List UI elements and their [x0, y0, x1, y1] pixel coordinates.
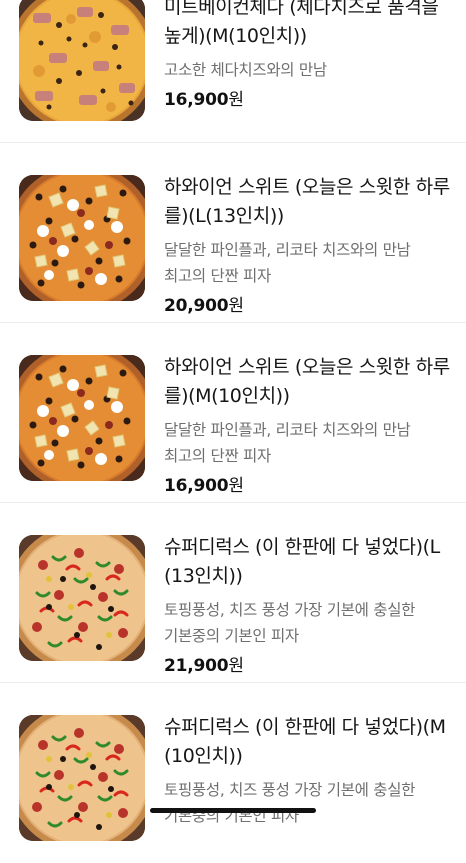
menu-item-price: 16,900원 [164, 474, 452, 498]
hawaiian-sweet-pizza-image [19, 175, 145, 301]
price-value: 21,900 [164, 656, 229, 676]
price-currency: 원 [228, 296, 244, 316]
super-deluxe-pizza-image [19, 715, 145, 841]
home-indicator[interactable] [150, 808, 316, 813]
menu-item-description: 달달한 파인플과, 리코타 치즈와의 만남 최고의 단짠 피자 [164, 421, 411, 465]
price-currency: 원 [228, 476, 244, 496]
pizza-image[interactable] [19, 355, 145, 481]
pizza-image[interactable] [19, 0, 145, 121]
menu-item-description: 토핑풍성, 치즈 풍성 가장 기본에 충실한 기본중의 기본인 피자 [164, 781, 416, 825]
menu-item-info: 하와이언 스위트 (오늘은 스윗한 하루를)(M(10인치)) 달달한 파인플과… [164, 353, 452, 498]
menu-item-info: 슈퍼디럭스 (이 한판에 다 넣었다)(L(13인치)) 토핑풍성, 치즈 풍성… [164, 533, 452, 678]
menu-item-description: 토핑풍성, 치즈 풍성 가장 기본에 충실한 기본중의 기본인 피자 [164, 601, 416, 645]
menu-item-price: 16,900원 [164, 88, 452, 112]
menu-item-hawaiian-sweet-m[interactable]: 하와이언 스위트 (오늘은 스윗한 하루를)(M(10인치)) 달달한 파인플과… [0, 323, 466, 503]
menu-item-description: 달달한 파인플과, 리코타 치즈와의 만남 최고의 단짠 피자 [164, 241, 411, 285]
menu-item-super-deluxe-m[interactable]: 슈퍼디럭스 (이 한판에 다 넣었다)(M(10인치)) 토핑풍성, 치즈 풍성… [0, 683, 466, 863]
menu-item-meat-bacon-cheddar-m[interactable]: 미트베이컨체다 (체다치즈로 품격을 높게)(M(10인치)) 고소한 체다치즈… [0, 0, 466, 143]
price-value: 16,900 [164, 476, 229, 496]
menu-item-name: 하와이언 스위트 (오늘은 스윗한 하루를)(M(10인치)) [164, 356, 450, 407]
menu-list: 미트베이컨체다 (체다치즈로 품격을 높게)(M(10인치)) 고소한 체다치즈… [0, 0, 466, 863]
price-value: 20,900 [164, 296, 229, 316]
pizza-image[interactable] [19, 715, 145, 841]
menu-item-name: 미트베이컨체다 (체다치즈로 품격을 높게)(M(10인치)) [164, 0, 439, 47]
price-currency: 원 [228, 656, 244, 676]
menu-item-hawaiian-sweet-l[interactable]: 하와이언 스위트 (오늘은 스윗한 하루를)(L(13인치)) 달달한 파인플과… [0, 143, 466, 323]
price-value: 16,900 [164, 90, 229, 110]
menu-item-info: 하와이언 스위트 (오늘은 스윗한 하루를)(L(13인치)) 달달한 파인플과… [164, 173, 452, 318]
menu-item-price: 21,900원 [164, 654, 452, 678]
menu-item-name: 하와이언 스위트 (오늘은 스윗한 하루를)(L(13인치)) [164, 176, 450, 227]
menu-item-info: 미트베이컨체다 (체다치즈로 품격을 높게)(M(10인치)) 고소한 체다치즈… [164, 0, 452, 112]
menu-item-description: 고소한 체다치즈와의 만남 [164, 61, 327, 79]
pizza-image[interactable] [19, 175, 145, 301]
hawaiian-sweet-pizza-image [19, 355, 145, 481]
pizza-image[interactable] [19, 535, 145, 661]
meat-bacon-cheddar-pizza-image [19, 0, 145, 121]
menu-item-name: 슈퍼디럭스 (이 한판에 다 넣었다)(M(10인치)) [164, 716, 446, 767]
super-deluxe-pizza-image [19, 535, 145, 661]
menu-item-price: 20,900원 [164, 294, 452, 318]
price-currency: 원 [228, 90, 244, 110]
menu-item-name: 슈퍼디럭스 (이 한판에 다 넣었다)(L(13인치)) [164, 536, 440, 587]
menu-item-super-deluxe-l[interactable]: 슈퍼디럭스 (이 한판에 다 넣었다)(L(13인치)) 토핑풍성, 치즈 풍성… [0, 503, 466, 683]
